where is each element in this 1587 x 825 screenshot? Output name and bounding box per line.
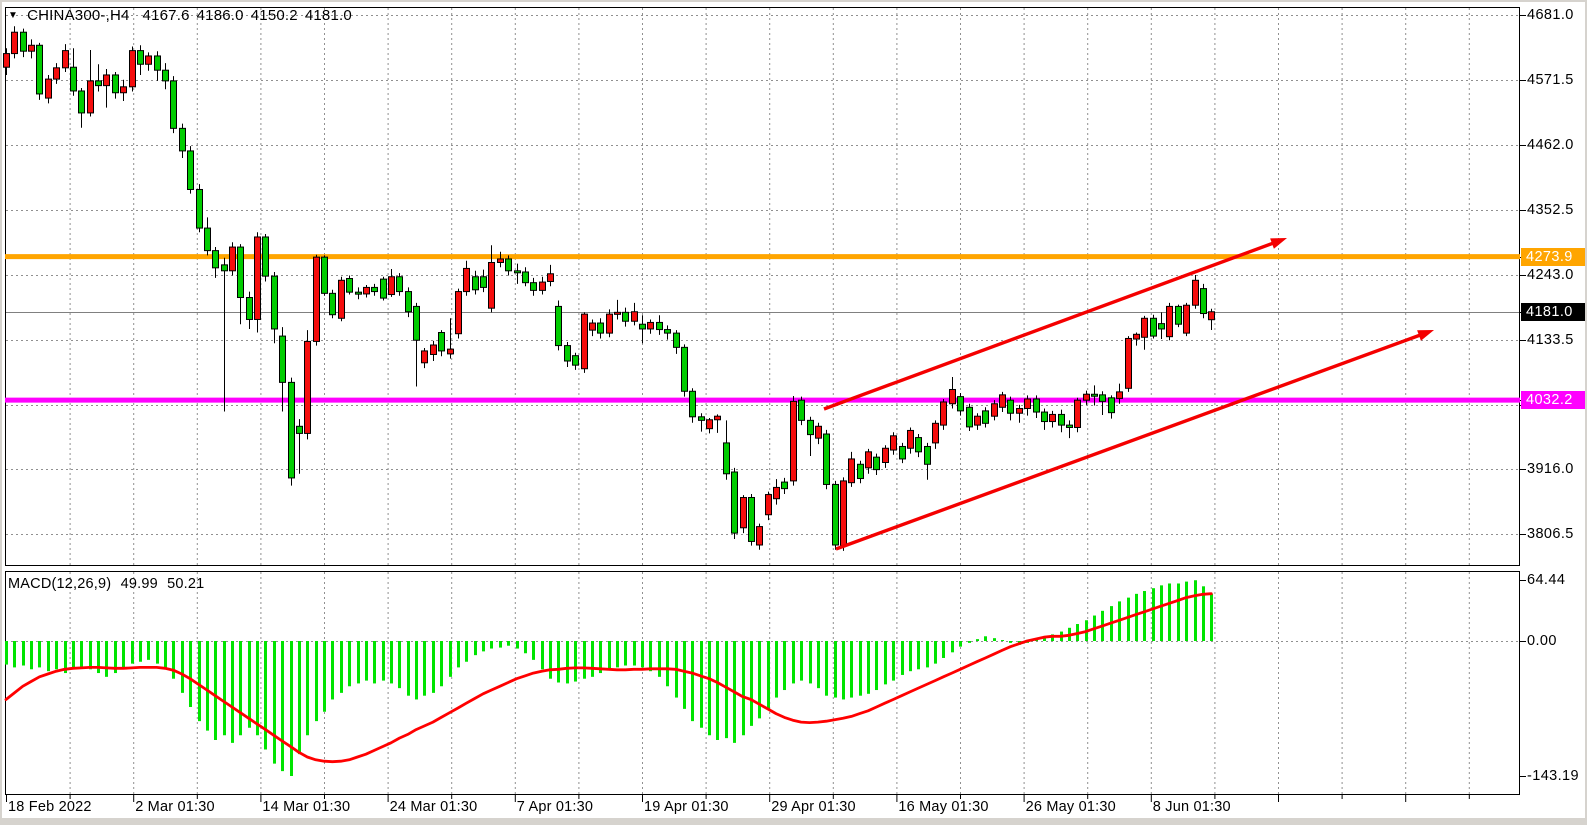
- macd-axis-label: 64.44: [1527, 571, 1565, 589]
- time-axis-label: 14 Mar 01:30: [262, 799, 350, 815]
- level-badge-orange: 4273.9: [1521, 248, 1585, 266]
- chart-canvas[interactable]: ▼ CHINA300-,H4 4167.6 4186.0 4150.2 4181…: [0, 0, 1587, 825]
- macd-value: 49.99: [121, 576, 158, 592]
- price-axis-label: 4243.0: [1527, 266, 1574, 284]
- macd-name: MACD(12,26,9): [8, 576, 111, 592]
- level-badge-magenta: 4032.2: [1521, 391, 1585, 409]
- time-axis-label: 19 Apr 01:30: [644, 799, 729, 815]
- time-axis-label: 26 May 01:30: [1026, 799, 1116, 815]
- time-axis-label: 8 Jun 01:30: [1153, 799, 1231, 815]
- symbol-dropdown-icon[interactable]: ▼: [8, 11, 18, 21]
- price-axis-label: 3806.5: [1527, 525, 1574, 543]
- macd-axis-label: 0.00: [1527, 632, 1557, 650]
- low-value: 4150.2: [251, 7, 298, 24]
- time-axis-label: 18 Feb 2022: [8, 799, 92, 815]
- time-axis-label: 29 Apr 01:30: [771, 799, 856, 815]
- open-value: 4167.6: [143, 7, 190, 24]
- chart-title: ▼ CHINA300-,H4 4167.6 4186.0 4150.2 4181…: [8, 7, 352, 24]
- price-axis-label: 4462.0: [1527, 136, 1574, 154]
- time-axis-label: 2 Mar 01:30: [135, 799, 215, 815]
- price-axis-label: 3916.0: [1527, 460, 1574, 478]
- macd-axis-label: -143.19: [1527, 767, 1579, 785]
- time-axis-label: 16 May 01:30: [898, 799, 988, 815]
- time-axis-label: 7 Apr 01:30: [517, 799, 593, 815]
- price-axis-label: 4352.5: [1527, 201, 1574, 219]
- macd-signal-value: 50.21: [167, 576, 204, 592]
- time-axis-label: 24 Mar 01:30: [390, 799, 478, 815]
- high-value: 4186.0: [197, 7, 244, 24]
- price-axis-label: 4571.5: [1527, 71, 1574, 89]
- close-value: 4181.0: [305, 7, 352, 24]
- current-price-badge: 4181.0: [1521, 303, 1585, 321]
- chart-drawing[interactable]: [0, 0, 1587, 825]
- chart-window: ▼ CHINA300-,H4 4167.6 4186.0 4150.2 4181…: [0, 0, 1587, 825]
- price-axis-label: 4133.5: [1527, 331, 1574, 349]
- macd-indicator-label: MACD(12,26,9) 49.99 50.21: [8, 576, 209, 592]
- symbol-period-label: CHINA300-,H4: [27, 7, 129, 24]
- price-axis-label: 4681.0: [1527, 6, 1574, 24]
